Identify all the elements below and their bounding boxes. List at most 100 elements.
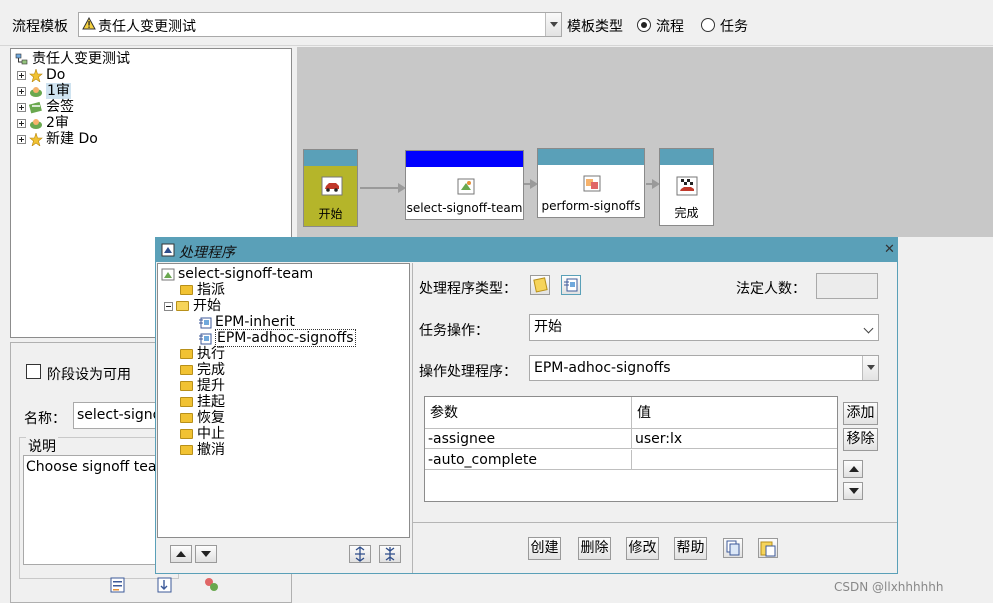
chevron-down-icon[interactable] bbox=[862, 356, 878, 380]
handler-tree-item[interactable]: 挂起 bbox=[180, 394, 225, 410]
handler-tree-item[interactable]: 执行 bbox=[180, 346, 225, 362]
handler-tree-item[interactable]: 提升 bbox=[180, 378, 225, 394]
select-signoff-icon bbox=[457, 178, 475, 195]
handler-tree-item[interactable]: 开始 bbox=[164, 298, 221, 314]
handler-value: EPM-adhoc-signoffs bbox=[534, 360, 671, 376]
folder-icon bbox=[180, 285, 193, 295]
close-icon[interactable]: ✕ bbox=[884, 242, 895, 257]
tree-item[interactable]: 2审 bbox=[17, 115, 69, 131]
tree-item[interactable]: 1审 bbox=[17, 83, 71, 99]
handler-tree-item[interactable]: 中止 bbox=[180, 426, 225, 442]
dialog-title-bar[interactable] bbox=[156, 238, 897, 262]
handler-tree-item[interactable]: 完成 bbox=[180, 362, 225, 378]
handler-icon bbox=[199, 317, 212, 328]
param-up-button[interactable] bbox=[843, 460, 863, 478]
handler-select[interactable]: EPM-adhoc-signoffs bbox=[529, 355, 879, 381]
move-down-button[interactable] bbox=[195, 545, 217, 563]
delete-button[interactable]: 删除 bbox=[578, 537, 611, 560]
parameter-table[interactable]: 参数 值 -assignee user:lx -auto_complete bbox=[424, 396, 838, 502]
handler-tree-item[interactable]: 撤消 bbox=[180, 442, 225, 458]
chevron-down-icon[interactable] bbox=[545, 13, 561, 36]
handler-tree-item-selected[interactable]: EPM-adhoc-signoffs bbox=[198, 329, 356, 347]
expand-icon[interactable] bbox=[17, 102, 26, 112]
tree-item[interactable]: 会签 bbox=[17, 99, 74, 115]
expand-icon[interactable] bbox=[17, 70, 26, 80]
node-select-signoff-team[interactable]: select-signoff-team bbox=[405, 150, 524, 220]
create-button[interactable]: 创建 bbox=[528, 537, 561, 560]
node-finish[interactable]: 完成 bbox=[659, 148, 714, 226]
handler-type-label: 处理程序类型： bbox=[419, 281, 517, 297]
expand-all-icon bbox=[355, 546, 365, 562]
signoff-profile-icon[interactable] bbox=[202, 576, 220, 594]
dialog-separator bbox=[412, 263, 413, 573]
column-header-value[interactable]: 值 bbox=[632, 397, 837, 429]
workflow-canvas[interactable]: 开始 select-signoff-team perform-signoffs … bbox=[297, 47, 993, 237]
quorum-input[interactable] bbox=[816, 273, 878, 299]
help-button[interactable]: 帮助 bbox=[674, 537, 707, 560]
column-header-param[interactable]: 参数 bbox=[425, 397, 632, 429]
node-header bbox=[660, 149, 713, 165]
expand-icon[interactable] bbox=[17, 118, 26, 128]
tree-item[interactable]: Do bbox=[17, 67, 65, 83]
expand-icon[interactable] bbox=[17, 134, 26, 144]
node-start[interactable]: 开始 bbox=[303, 149, 358, 227]
handler-tree-item[interactable]: 指派 bbox=[180, 282, 225, 298]
handler-tree-root[interactable]: select-signoff-team bbox=[161, 266, 313, 282]
tree-root[interactable]: 责任人变更测试 bbox=[15, 51, 130, 67]
tree-item[interactable]: 新建 Do bbox=[17, 131, 98, 147]
handler-icon bbox=[199, 333, 212, 344]
template-label: 流程模板 bbox=[12, 19, 68, 35]
remove-param-button[interactable]: 移除 bbox=[843, 428, 878, 451]
handler-tree-item-label: 完成 bbox=[197, 362, 225, 378]
quorum-label: 法定人数： bbox=[736, 281, 806, 297]
dialog-title: 处理程序 bbox=[179, 245, 235, 261]
node-label: perform-signoffs bbox=[541, 199, 641, 213]
move-up-button[interactable] bbox=[170, 545, 192, 563]
rule-handler-icon bbox=[564, 278, 578, 292]
action-handler-type-button[interactable] bbox=[530, 275, 550, 295]
action-handler-icon bbox=[533, 277, 548, 293]
copy-icon bbox=[726, 540, 740, 556]
folder-open-icon bbox=[176, 301, 189, 311]
task-action-label: 任务操作： bbox=[419, 323, 489, 339]
radio-process[interactable] bbox=[637, 18, 651, 32]
rule-handler-type-button[interactable] bbox=[561, 275, 581, 295]
task-icon bbox=[161, 268, 175, 280]
add-param-button[interactable]: 添加 bbox=[843, 402, 878, 425]
template-select-value: 责任人变更测试 bbox=[98, 19, 196, 35]
watermark: CSDN @llxhhhhhh bbox=[834, 580, 944, 594]
template-select[interactable]: 责任人变更测试 bbox=[78, 12, 562, 37]
handler-tree-root-label: select-signoff-team bbox=[178, 266, 314, 282]
node-perform-signoffs[interactable]: perform-signoffs bbox=[537, 148, 645, 218]
stage-enable-checkbox[interactable] bbox=[26, 364, 41, 379]
param-down-button[interactable] bbox=[843, 482, 863, 500]
collapse-all-button[interactable] bbox=[379, 545, 401, 563]
tree-item-label: 会签 bbox=[46, 99, 74, 115]
node-label: select-signoff-team bbox=[406, 201, 523, 215]
handler-tree-item[interactable]: 恢复 bbox=[180, 410, 225, 426]
tree-item-label: Do bbox=[46, 67, 66, 83]
node-finish-label: 完成 bbox=[674, 206, 699, 220]
radio-task[interactable] bbox=[701, 18, 715, 32]
flow-arrow bbox=[646, 179, 660, 189]
task-action-select[interactable]: 开始 bbox=[529, 314, 879, 341]
modify-button[interactable]: 修改 bbox=[626, 537, 659, 560]
table-cell-param[interactable]: -auto_complete bbox=[425, 450, 632, 470]
expand-icon[interactable] bbox=[17, 86, 26, 96]
expand-all-button[interactable] bbox=[349, 545, 371, 563]
copy-button[interactable] bbox=[723, 538, 743, 558]
collapse-icon[interactable] bbox=[164, 301, 173, 311]
handler-tree[interactable]: select-signoff-team 指派 开始 EPM-inherit EP… bbox=[157, 263, 410, 538]
review-icon bbox=[30, 118, 42, 129]
table-cell-param[interactable]: -assignee bbox=[425, 429, 632, 449]
table-cell-value[interactable] bbox=[632, 450, 837, 470]
paste-button[interactable] bbox=[758, 538, 778, 558]
stage-enable-label: 阶段设为可用 bbox=[47, 367, 131, 383]
handler-tree-item[interactable]: EPM-inherit bbox=[198, 314, 295, 330]
tree-root-label: 责任人变更测试 bbox=[32, 51, 130, 67]
handler-tree-item-label: EPM-inherit bbox=[215, 314, 295, 330]
properties-icon[interactable] bbox=[109, 576, 127, 594]
attachments-icon[interactable] bbox=[156, 576, 174, 594]
table-cell-value[interactable]: user:lx bbox=[632, 429, 837, 449]
folder-icon bbox=[180, 349, 193, 359]
